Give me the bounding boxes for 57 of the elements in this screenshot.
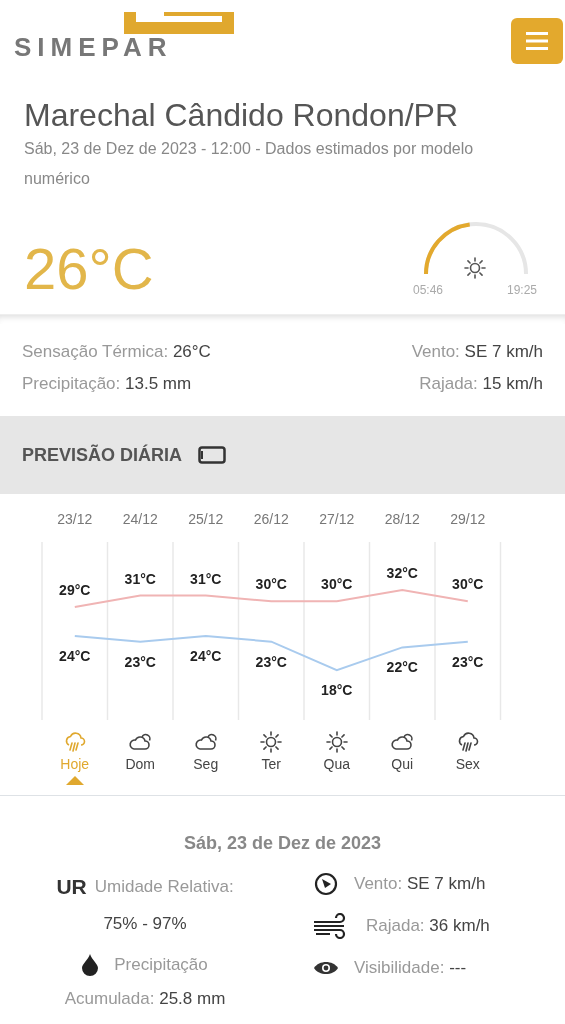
phone-rotate-icon [198,446,227,465]
day-tab[interactable]: Qua [304,730,370,776]
sunrise-time: 05:46 [413,283,444,298]
temperature-label: 30°C [452,576,484,593]
humidity-value: 75% - 97% [103,912,187,935]
temperature-label: 22°C [386,659,418,676]
weather-stat: Precipitação: 13.5 mm [22,373,193,396]
logo-text: SIMEPAR [14,31,173,64]
weather-stat: Sensação Térmica: 26°C [22,341,211,364]
sun-icon [258,730,285,755]
drop-icon [82,954,99,977]
sun-icon [464,257,486,280]
day-tab[interactable]: Sex [435,730,501,776]
weather-stat: Vento: SE 7 km/h [411,341,543,364]
humidity-label: Umidade Relativa: [94,876,234,899]
date-label: 25/12 [188,511,224,528]
temperature-label: 23°C [452,654,484,671]
weather-stat: Rajada: 15 km/h [418,373,543,396]
forecast-date: Sáb, 23 de Dez de 2023 [182,832,383,856]
date-label: 26/12 [253,511,289,528]
date-label: 29/12 [450,511,486,528]
day-tab[interactable]: Seg [173,730,239,776]
humidity-abbreviation: UR [56,874,87,901]
sun-icon [323,730,350,755]
weather-stat: Visibilidade: --- [354,956,467,979]
section-title: PREVISÃO DIÁRIA [22,443,183,467]
precipitation-value: Acumulada: 25.8 mm [64,987,226,1010]
temperature-label: 29°C [59,582,91,599]
day-tab[interactable]: Dom [107,730,173,776]
temperature-label: 32°C [386,565,418,582]
weather-stat: Rajada: 36 km/h [366,915,490,938]
menu-button[interactable] [511,18,563,64]
current-temperature: 26°C [24,240,154,299]
temperature-label: 23°C [255,654,287,671]
date-label: 27/12 [319,511,355,528]
temperature-label: 31°C [124,571,156,587]
temperature-label: 30°C [255,576,287,593]
menu-icon [526,32,548,50]
temperature-label: 23°C [124,654,156,671]
temperature-label: 30°C [321,576,353,593]
date-label: 24/12 [122,511,158,528]
precipitation-label: Precipitação [114,954,208,977]
temperature-label: 24°C [190,648,222,665]
sunset-time: 19:25 [507,283,538,298]
selection-caret-icon [65,775,84,786]
location-title: Marechal Cândido Rondon/PR [24,96,460,135]
eye-icon [314,959,338,976]
timestamp-text: Sáb, 23 de Dez de 2023 - 12:00 - Dados estimados por modelo numérico [24,139,475,190]
date-label: 28/12 [384,511,420,528]
temperature-label: 18°C [321,682,353,699]
temperature-label: 31°C [190,571,222,587]
day-tab[interactable]: Ter [238,730,304,776]
day-tab[interactable]: Qui [369,730,435,776]
date-label: 23/12 [57,511,93,528]
compass-icon [314,872,338,897]
temperature-label: 24°C [59,648,91,665]
weather-stat: Vento: SE 7 km/h [354,873,486,896]
